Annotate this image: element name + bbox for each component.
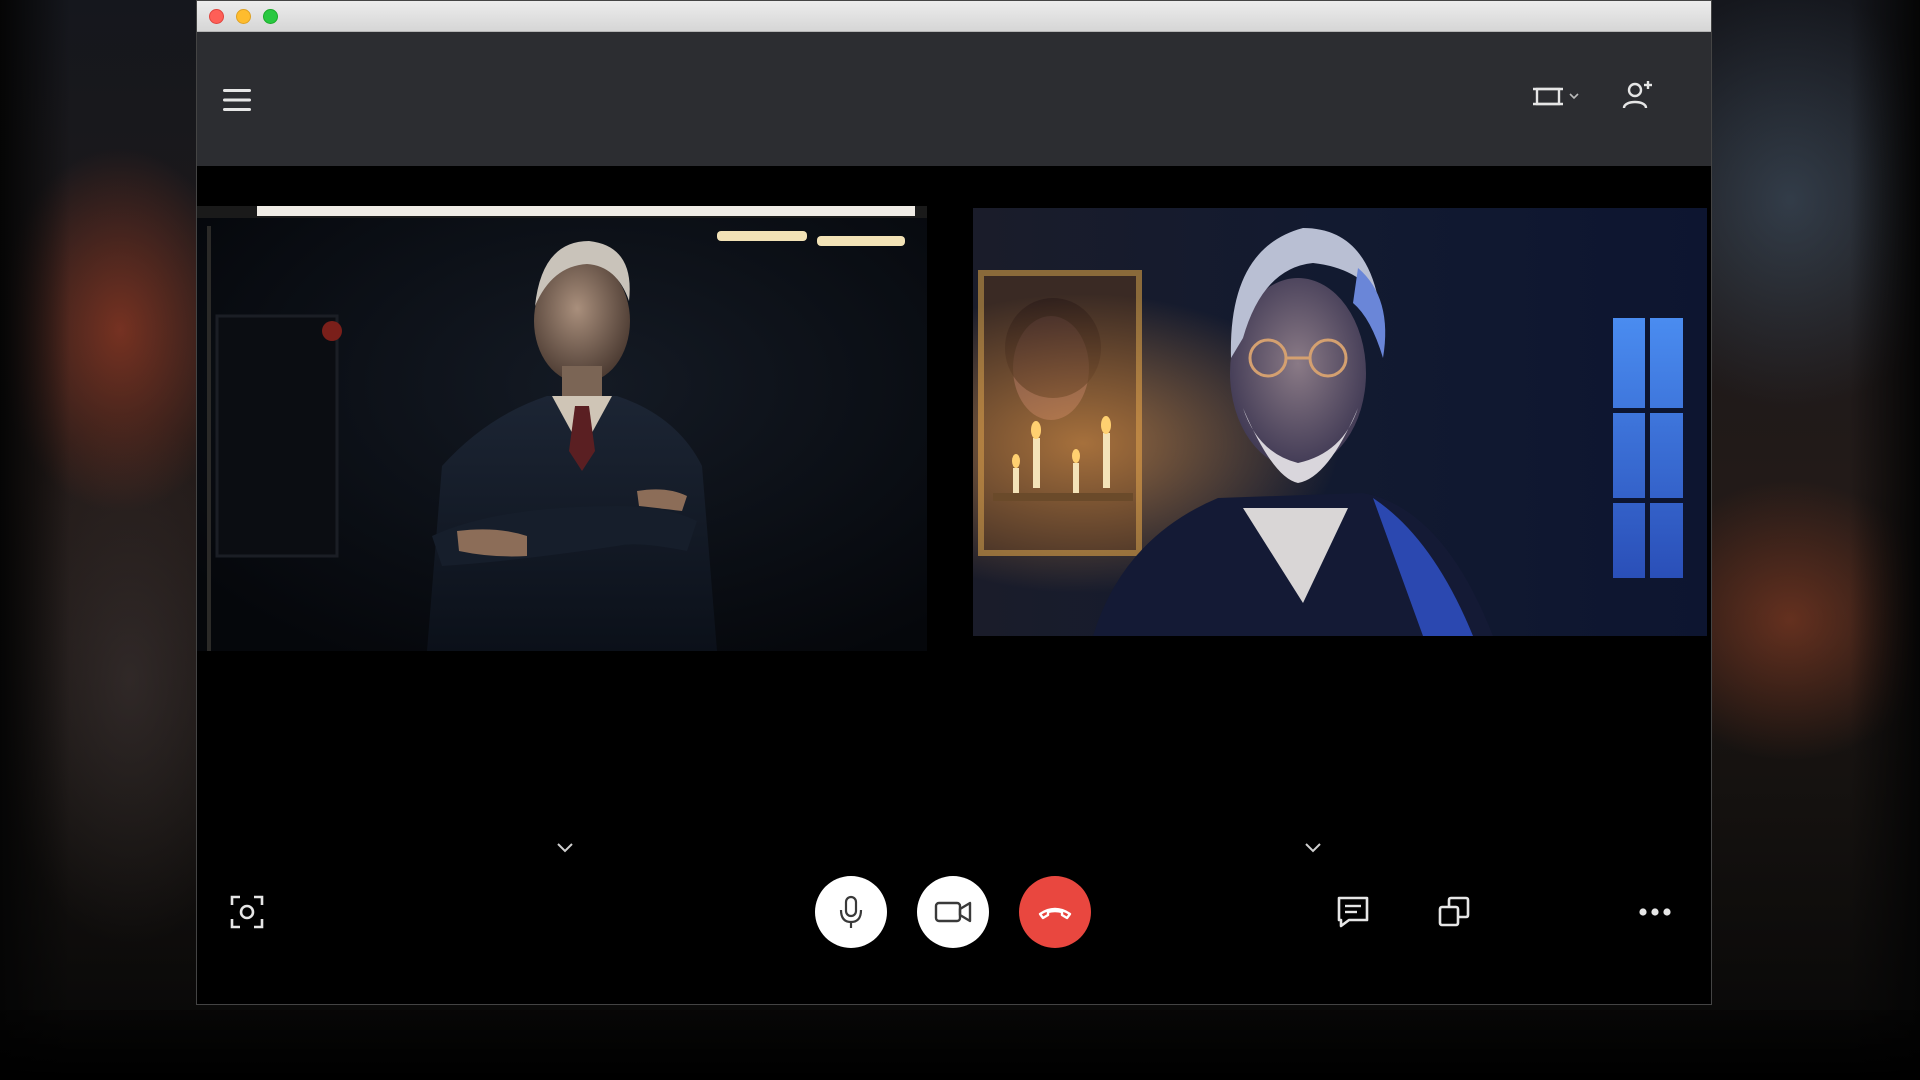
participant-video-image [973,208,1707,636]
participant-right-options-button[interactable] [1301,835,1325,859]
menu-button[interactable] [217,80,257,120]
more-options-button[interactable] [1635,897,1675,927]
camera-button[interactable] [917,876,989,948]
minimize-window-button[interactable] [236,9,251,24]
add-person-icon [1622,81,1652,109]
participant-video-left[interactable] [197,206,927,651]
zoom-window-button[interactable] [263,9,278,24]
close-window-button[interactable] [209,9,224,24]
screenshot-icon [230,895,264,929]
add-participant-button[interactable] [1617,74,1659,116]
participant-video-right[interactable] [973,208,1707,636]
camera-icon [934,901,972,923]
chat-icon [1337,896,1369,928]
participant-left-options-button[interactable] [553,835,577,859]
microphone-button[interactable] [815,876,887,948]
menu-icon [223,89,251,111]
screenshot-button[interactable] [227,892,267,932]
more-icon [1639,908,1671,916]
end-call-button[interactable] [1019,876,1091,948]
chevron-down-icon [1305,843,1321,853]
switch-view-button[interactable] [1434,892,1474,932]
call-top-bar [197,32,1711,166]
layout-button[interactable] [1529,76,1585,116]
participant-video-image [197,206,927,651]
switch-view-icon [1438,896,1470,927]
layout-icon [1533,87,1579,106]
chat-button[interactable] [1333,892,1373,932]
end-call-icon [1038,907,1072,920]
window-titlebar[interactable] [197,1,1711,32]
microphone-icon [839,895,863,928]
chevron-down-icon [557,843,573,853]
video-call-window [196,0,1712,1005]
